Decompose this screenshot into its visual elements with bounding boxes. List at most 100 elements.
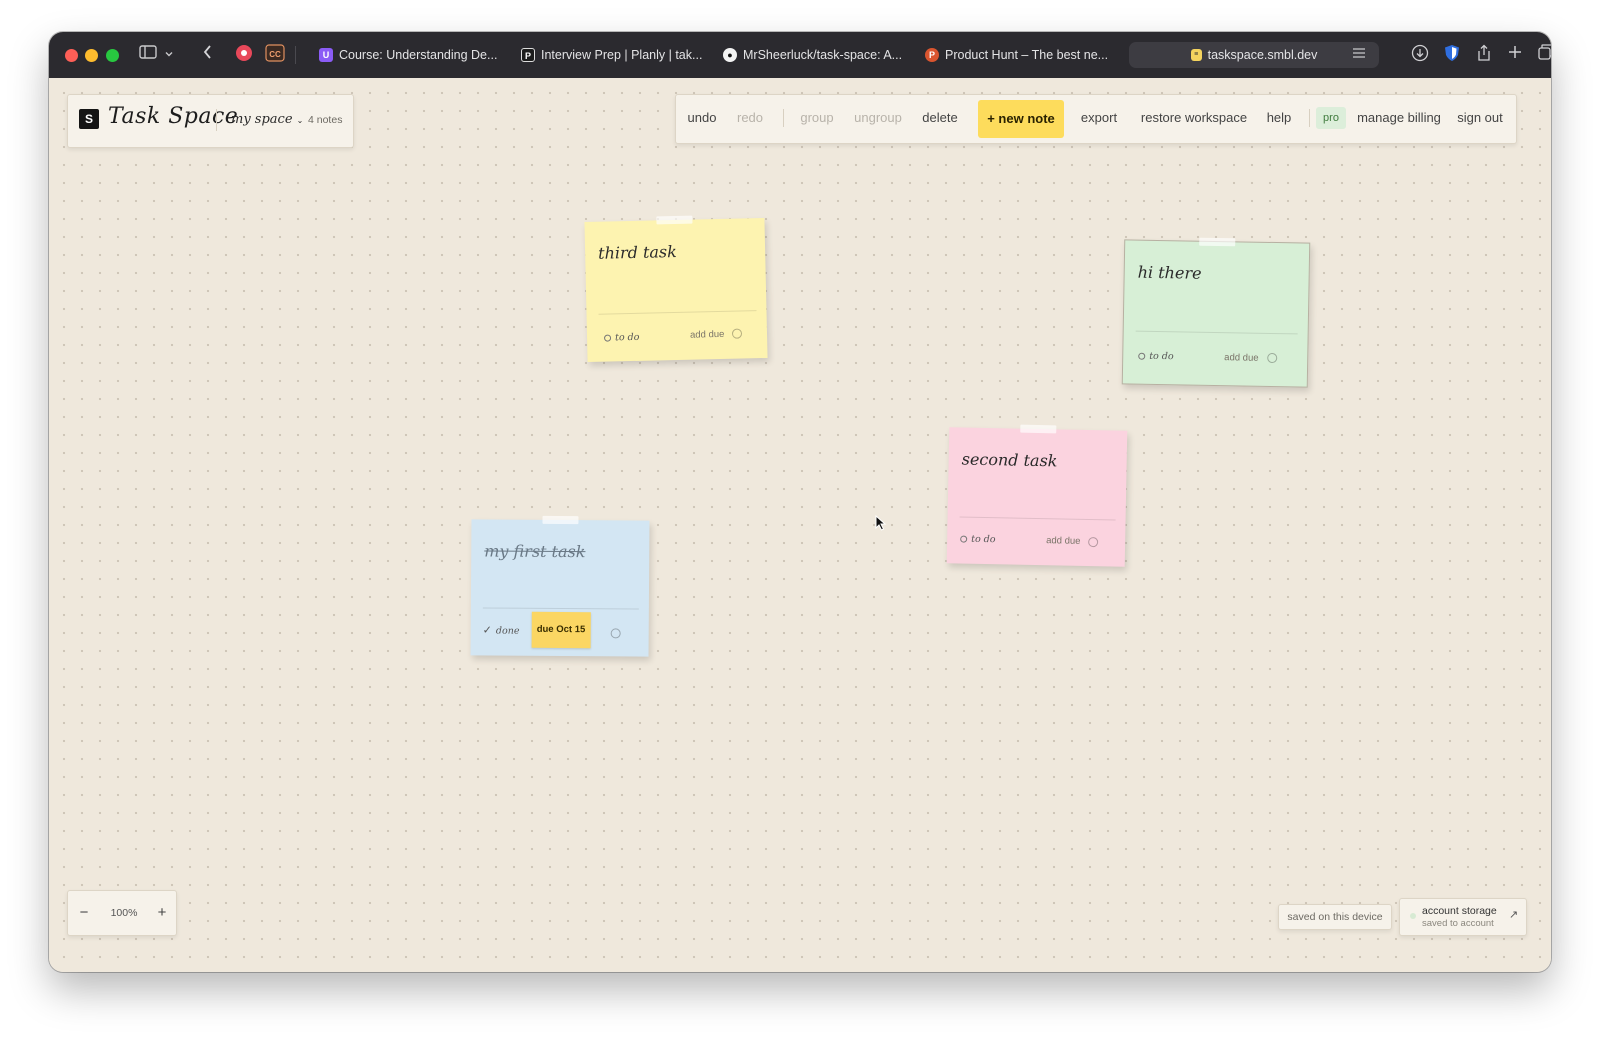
add-due-button[interactable]: add due [1224,352,1259,364]
sign-out-button[interactable]: sign out [1452,95,1508,141]
status-circle-icon [1138,352,1146,360]
download-icon[interactable] [1409,44,1431,66]
group-button[interactable]: group [794,95,840,141]
space-name: my space [231,112,293,127]
note-status-toggle[interactable]: to do [1138,350,1174,363]
note-status: to do [614,331,640,344]
add-due-button[interactable]: add due [690,329,725,341]
main-toolbar: undo redo group ungroup delete + new not… [675,94,1517,144]
tab-title: Course: Understanding De... [339,48,498,62]
note-complete-circle-icon[interactable] [1088,536,1099,548]
github-favicon-icon: ● [723,48,737,62]
planly-favicon-icon: P [521,48,535,62]
tab-overview-icon[interactable] [1535,44,1551,66]
note-title[interactable]: second task [962,450,1058,471]
product-hunt-favicon-icon: P [925,48,939,62]
workspace-canvas[interactable]: S Task Space my space ⌄ 4 notes undo red… [49,78,1551,972]
note-divider [598,310,757,315]
sticky-note[interactable]: second task to do add due [946,424,1128,567]
share-icon[interactable] [1473,44,1495,66]
checkmark-icon: ✓ [482,623,492,637]
due-date-chip[interactable]: due Oct 15 [531,611,591,649]
back-arrow-icon[interactable] [197,44,219,66]
note-status: to do [971,533,996,546]
account-storage-title: account storage [1422,905,1497,917]
note-divider [1135,330,1298,335]
address-bar-url[interactable]: taskspace.smbl.dev [1208,42,1318,68]
pro-badge: pro [1316,107,1346,129]
local-save-status: saved on this device [1278,904,1392,930]
redo-button[interactable]: redo [730,95,770,141]
browser-tab-active[interactable]: ≡ taskspace.smbl.dev [1129,42,1379,68]
sticky-note[interactable]: hi there to do add due [1121,237,1311,388]
undo-button[interactable]: undo [682,95,722,141]
sticky-note[interactable]: third task to do add due [584,215,768,363]
delete-button[interactable]: delete [916,95,964,141]
zoom-out-button[interactable]: − [70,891,98,935]
add-due-button[interactable]: add due [1046,535,1081,547]
chevron-down-icon: ⌄ [296,116,304,125]
sticky-note[interactable]: my first task ✓ done due Oct 15 [470,515,650,657]
note-complete-circle-icon[interactable] [1267,352,1278,364]
sync-status-dot-icon [1410,913,1416,919]
header-divider [216,109,217,131]
note-count: 4 notes [308,114,343,126]
browser-tab[interactable]: ● MrSheerluck/task-space: A... [723,42,913,68]
note-status: to do [1149,350,1174,363]
toolbar-divider [1309,109,1310,127]
export-button[interactable]: export [1072,95,1126,141]
mouse-pointer-icon [875,515,887,531]
ungroup-button[interactable]: ungroup [848,95,908,141]
account-storage-button[interactable]: account storage saved to account ↗ [1399,898,1527,936]
browser-tab[interactable]: U Course: Understanding De... [319,42,509,68]
close-window-button[interactable] [65,49,78,62]
restore-workspace-button[interactable]: restore workspace [1134,95,1254,141]
chevron-down-icon[interactable] [161,44,177,66]
help-button[interactable]: help [1262,95,1296,141]
note-status: done [495,625,520,637]
note-status-toggle[interactable]: to do [960,533,996,546]
shield-extension-icon[interactable] [1441,44,1463,66]
captions-extension-icon[interactable]: CC [263,44,287,66]
record-extension-icon[interactable] [233,44,255,66]
zoom-in-button[interactable]: + [148,891,176,935]
note-title[interactable]: my first task [484,541,585,561]
minimize-window-button[interactable] [85,49,98,62]
tab-title: Product Hunt – The best ne... [945,48,1109,62]
svg-text:CC: CC [269,50,281,59]
toolbar-divider [295,46,296,64]
new-tab-plus-icon[interactable] [1504,44,1526,66]
note-complete-circle-icon[interactable] [610,628,621,639]
note-title[interactable]: third task [598,242,677,263]
external-arrow-icon: ↗ [1509,909,1519,921]
browser-tab[interactable]: P Product Hunt – The best ne... [925,42,1121,68]
taskspace-favicon-icon: ≡ [1190,49,1202,61]
note-tape [1199,237,1236,247]
note-status-toggle[interactable]: ✓ done [483,623,520,636]
note-title[interactable]: hi there [1138,263,1202,283]
browser-tab[interactable]: P Interview Prep | Planly | tak... [521,42,711,68]
reader-list-icon[interactable] [1349,44,1369,66]
browser-window: CC U Course: Understanding De... P Inter… [49,32,1551,972]
status-circle-icon [603,334,612,342]
zoom-control: − 100% + [67,890,177,936]
account-storage-subtitle: saved to account [1422,918,1494,929]
note-tape [542,515,579,525]
note-tape [1020,424,1057,434]
space-selector[interactable]: my space ⌄ [231,112,303,127]
manage-billing-button[interactable]: manage billing [1354,95,1444,141]
status-circle-icon [960,535,968,543]
zoom-level: 100% [110,907,138,919]
tab-title: Interview Prep | Planly | tak... [541,48,703,62]
app-brand: Task Space [108,104,239,129]
note-divider [482,607,639,610]
note-complete-circle-icon[interactable] [731,328,743,339]
note-divider [959,516,1116,521]
task-space-logo-icon: S [79,109,99,129]
sidebar-toggle-icon[interactable] [137,44,159,66]
note-tape [656,215,693,225]
tab-title: MrSheerluck/task-space: A... [743,48,903,62]
note-status-toggle[interactable]: to do [603,331,640,344]
zoom-window-button[interactable] [106,49,119,62]
new-note-button[interactable]: + new note [978,100,1064,138]
